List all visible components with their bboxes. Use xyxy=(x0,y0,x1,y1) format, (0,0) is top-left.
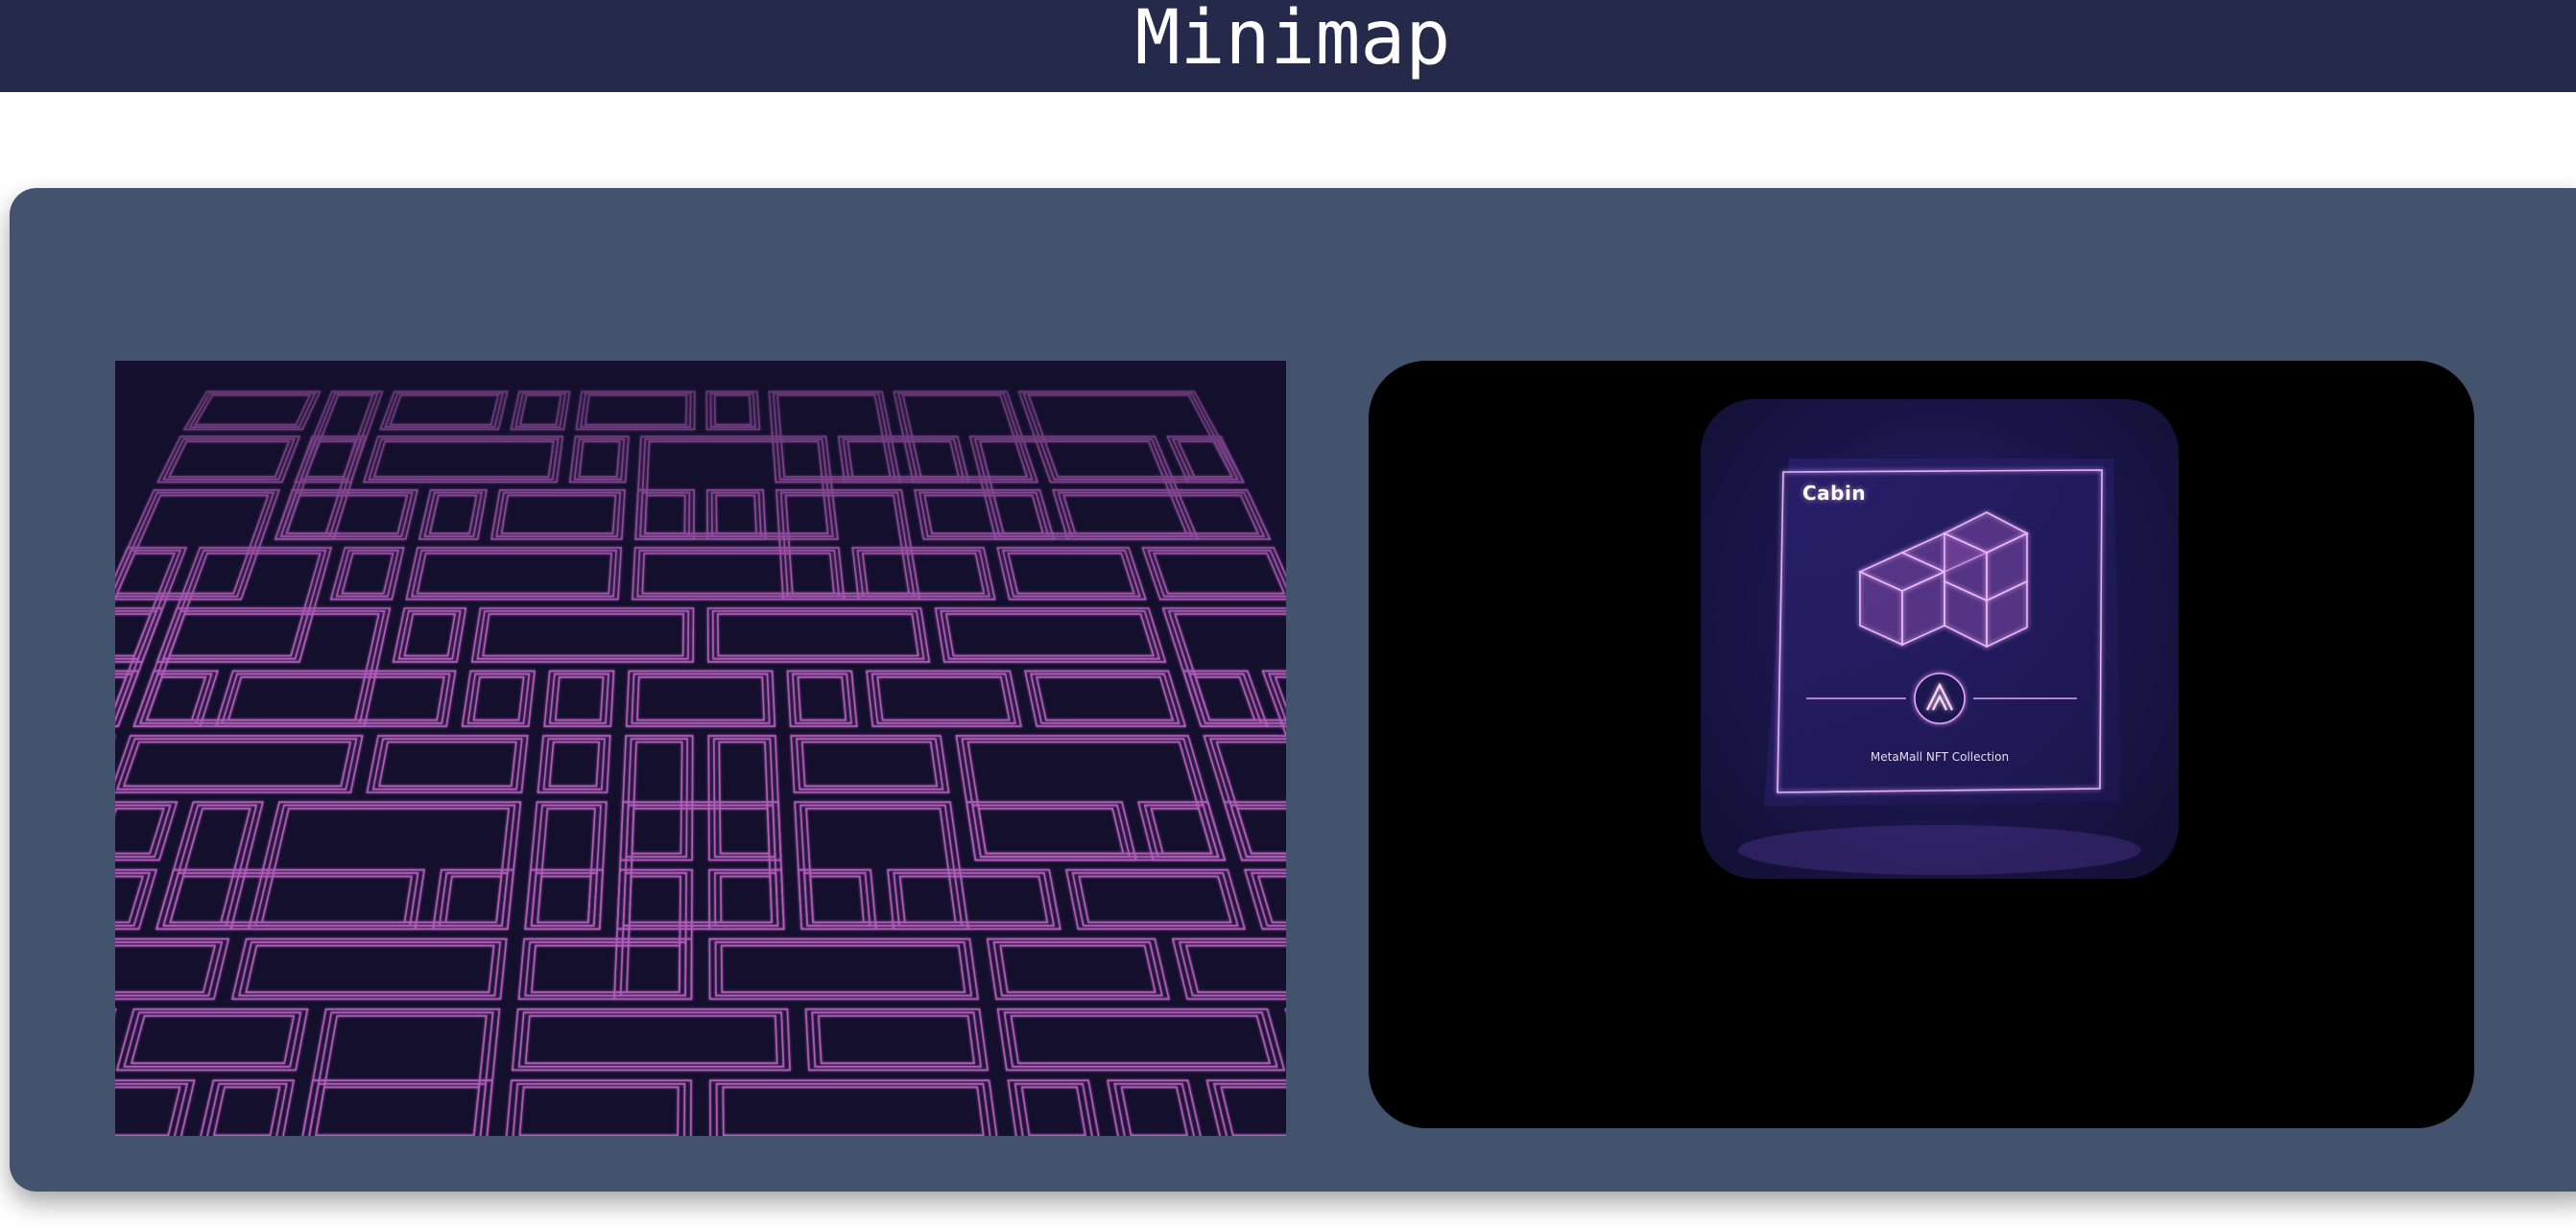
nft-card[interactable]: Cabin MetaMall NFT Collection xyxy=(1701,399,2179,879)
minimap-panel: Cabin MetaMall NFT Collection xyxy=(10,188,2576,1192)
nft-preview-viewer[interactable]: Cabin MetaMall NFT Collection xyxy=(1369,361,2474,1128)
nft-collection-label: MetaMall NFT Collection xyxy=(1870,750,2010,764)
maze-grid-icon xyxy=(115,361,1286,1136)
minimap-maze-view[interactable] xyxy=(115,361,1286,1136)
nft-title: Cabin xyxy=(1802,482,1867,505)
cabin-cubes-icon xyxy=(1738,459,2141,875)
page-title: Minimap xyxy=(1134,0,1451,82)
header-bar: Minimap xyxy=(0,0,2576,92)
